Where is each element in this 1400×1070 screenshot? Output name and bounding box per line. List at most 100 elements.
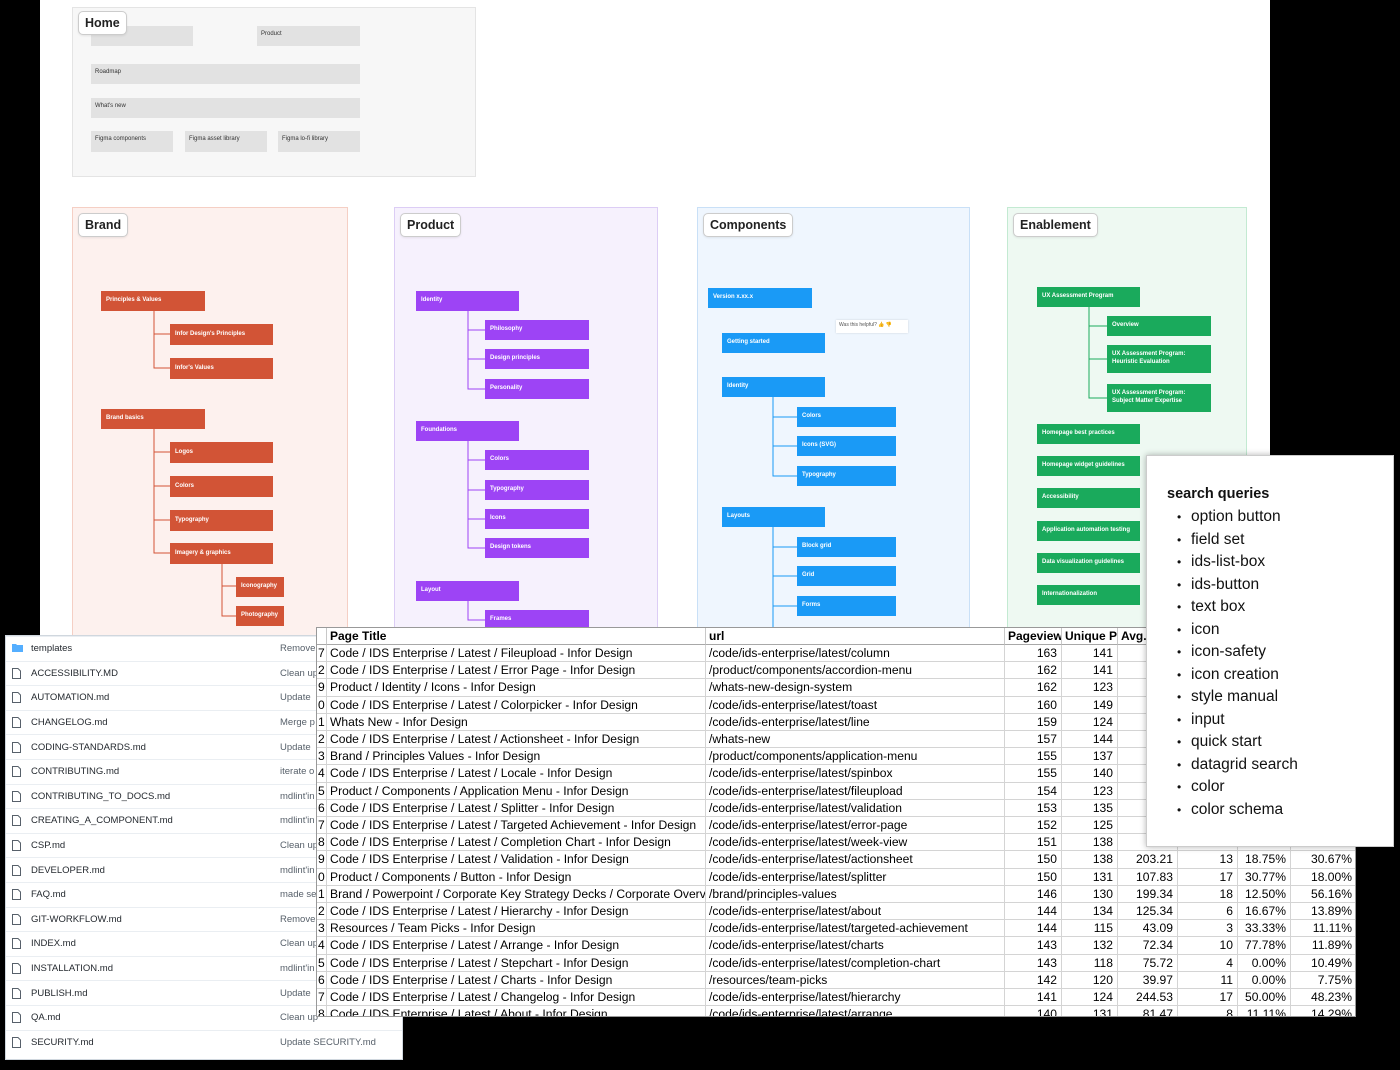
header-pageviews[interactable]: Pageviews (1005, 628, 1062, 645)
enablement-node-heuristic-evaluation[interactable]: UX Assessment Program: Heuristic Evaluat… (1107, 345, 1211, 373)
cell-pageviews[interactable]: 153 (1005, 799, 1062, 817)
enablement-node-data-visualization[interactable]: Data visualization guidelines (1037, 553, 1140, 573)
file-name[interactable]: CONTRIBUTING_TO_DOCS.md (31, 791, 170, 802)
cell-page-title[interactable]: Code / IDS Enterprise / Latest / Targete… (327, 817, 706, 835)
enablement-node-internationalization[interactable]: Internationalization (1037, 585, 1140, 605)
cell-col8[interactable]: 56.16% (1291, 886, 1355, 903)
cell-col6[interactable]: 18 (1178, 885, 1238, 903)
cell-col8[interactable]: 10.49% (1291, 955, 1355, 972)
cell-page-title[interactable]: Whats New - Infor Design (327, 713, 706, 731)
cell-unique-pageviews[interactable]: 131 (1062, 1006, 1118, 1016)
cell-pageviews[interactable]: 157 (1005, 731, 1062, 749)
row-index[interactable]: 7 (317, 645, 327, 663)
cell-url[interactable]: /code/ids-enterprise/latest/targeted-ach… (706, 920, 1005, 938)
cell-page-title[interactable]: Code / IDS Enterprise / Latest / Colorpi… (327, 696, 706, 714)
row-index[interactable]: 9 (317, 679, 327, 697)
file-name[interactable]: SECURITY.md (31, 1037, 94, 1048)
row-index[interactable]: 2 (317, 662, 327, 680)
file-name[interactable]: DEVELOPER.md (31, 865, 105, 876)
file-name[interactable]: CSP.md (31, 840, 65, 851)
file-name[interactable]: ACCESSIBILITY.MD (31, 668, 118, 679)
cell-col6[interactable]: 4 (1178, 954, 1238, 972)
cell-url[interactable]: /code/ids-enterprise/latest/actionsheet (706, 851, 1005, 869)
cell-col6[interactable]: 17 (1178, 868, 1238, 886)
file-commit-message[interactable]: Update SECURITY.md (280, 1037, 402, 1048)
cell-col7[interactable]: 33.33% (1238, 920, 1291, 938)
cell-url[interactable]: /product/components/accordion-menu (706, 662, 1005, 680)
row-index[interactable]: 6 (317, 971, 327, 989)
row-index[interactable]: 2 (317, 731, 327, 749)
file-name[interactable]: templates (31, 643, 72, 654)
cell-page-title[interactable]: Resources / Team Picks - Infor Design (327, 920, 706, 938)
cell-url[interactable]: /code/ids-enterprise/latest/column (706, 645, 1005, 663)
cell-unique-pageviews[interactable]: 123 (1062, 782, 1118, 800)
cell-avg[interactable]: 244.53 (1118, 989, 1178, 1007)
cell-avg[interactable]: 203.21 (1118, 851, 1178, 869)
cell-unique-pageviews[interactable]: 132 (1062, 937, 1118, 955)
cell-page-title[interactable]: Code / IDS Enterprise / Latest / Validat… (327, 851, 706, 869)
cell-pageviews[interactable]: 142 (1005, 971, 1062, 989)
cell-page-title[interactable]: Product / Components / Application Menu … (327, 782, 706, 800)
cell-page-title[interactable]: Code / IDS Enterprise / Latest / Arrange… (327, 937, 706, 955)
cell-url[interactable]: /code/ids-enterprise/latest/about (706, 903, 1005, 921)
cell-pageviews[interactable]: 162 (1005, 679, 1062, 697)
cell-col8[interactable]: 7.75% (1291, 972, 1355, 989)
cell-url[interactable]: /code/ids-enterprise/latest/fileupload (706, 782, 1005, 800)
cell-page-title[interactable]: Code / IDS Enterprise / Latest / Stepcha… (327, 954, 706, 972)
cell-col6[interactable]: 13 (1178, 851, 1238, 869)
cell-pageviews[interactable]: 154 (1005, 782, 1062, 800)
cell-col7[interactable]: 12.50% (1238, 885, 1291, 903)
cell-pageviews[interactable]: 152 (1005, 817, 1062, 835)
row-index[interactable]: 5 (317, 782, 327, 800)
cell-page-title[interactable]: Code / IDS Enterprise / Latest / Error P… (327, 662, 706, 680)
cell-col7[interactable]: 11.11% (1238, 1006, 1291, 1016)
row-index[interactable]: 4 (317, 765, 327, 783)
row-index[interactable]: 6 (317, 799, 327, 817)
cell-page-title[interactable]: Product / Components / Button - Infor De… (327, 868, 706, 886)
cell-page-title[interactable]: Code / IDS Enterprise / Latest / Locale … (327, 765, 706, 783)
cell-pageviews[interactable]: 162 (1005, 662, 1062, 680)
cell-col7[interactable]: 30.77% (1238, 868, 1291, 886)
cell-page-title[interactable]: Code / IDS Enterprise / Latest / Charts … (327, 971, 706, 989)
cell-unique-pageviews[interactable]: 124 (1062, 713, 1118, 731)
cell-col6[interactable]: 8 (1178, 1006, 1238, 1016)
cell-unique-pageviews[interactable]: 135 (1062, 799, 1118, 817)
cell-unique-pageviews[interactable]: 123 (1062, 679, 1118, 697)
row-index[interactable]: 2 (317, 903, 327, 921)
row-index[interactable]: 0 (317, 696, 327, 714)
cell-col6[interactable]: 10 (1178, 937, 1238, 955)
cell-avg[interactable]: 72.34 (1118, 937, 1178, 955)
cell-col8[interactable]: 13.89% (1291, 903, 1355, 921)
cell-page-title[interactable]: Code / IDS Enterprise / Latest / Changel… (327, 989, 706, 1007)
cell-unique-pageviews[interactable]: 137 (1062, 748, 1118, 766)
cell-url[interactable]: /code/ids-enterprise/latest/spinbox (706, 765, 1005, 783)
cell-col7[interactable]: 0.00% (1238, 971, 1291, 989)
cell-url[interactable]: /resources/team-picks (706, 971, 1005, 989)
row-index[interactable]: 5 (317, 954, 327, 972)
cell-url[interactable]: /code/ids-enterprise/latest/completion-c… (706, 954, 1005, 972)
cell-url[interactable]: /whats-new (706, 731, 1005, 749)
cell-unique-pageviews[interactable]: 118 (1062, 954, 1118, 972)
cell-pageviews[interactable]: 144 (1005, 920, 1062, 938)
cell-unique-pageviews[interactable]: 130 (1062, 885, 1118, 903)
file-name[interactable]: GIT-WORKFLOW.md (31, 914, 122, 925)
header-page-title[interactable]: Page Title (327, 628, 706, 645)
enablement-node-homepage-best-practices[interactable]: Homepage best practices (1037, 424, 1140, 444)
enablement-node-overview[interactable]: Overview (1107, 316, 1211, 336)
header-unique-pageviews[interactable]: Unique Pa (1062, 628, 1118, 645)
cell-pageviews[interactable]: 163 (1005, 645, 1062, 663)
enablement-node-homepage-widget[interactable]: Homepage widget guidelines (1037, 456, 1140, 476)
cell-pageviews[interactable]: 155 (1005, 748, 1062, 766)
cell-url[interactable]: /whats-new-design-system (706, 679, 1005, 697)
cell-col6[interactable]: 3 (1178, 920, 1238, 938)
cell-unique-pageviews[interactable]: 124 (1062, 989, 1118, 1007)
cell-col7[interactable]: 18.75% (1238, 851, 1291, 869)
cell-pageviews[interactable]: 144 (1005, 903, 1062, 921)
enablement-node-accessibility[interactable]: Accessibility (1037, 488, 1140, 508)
row-index[interactable]: 8 (317, 1006, 327, 1016)
cell-page-title[interactable]: Code / IDS Enterprise / Latest / Fileupl… (327, 645, 706, 663)
row-index[interactable]: 3 (317, 748, 327, 766)
header-url[interactable]: url (706, 628, 1005, 645)
cell-unique-pageviews[interactable]: 115 (1062, 920, 1118, 938)
file-name[interactable]: PUBLISH.md (31, 988, 88, 999)
